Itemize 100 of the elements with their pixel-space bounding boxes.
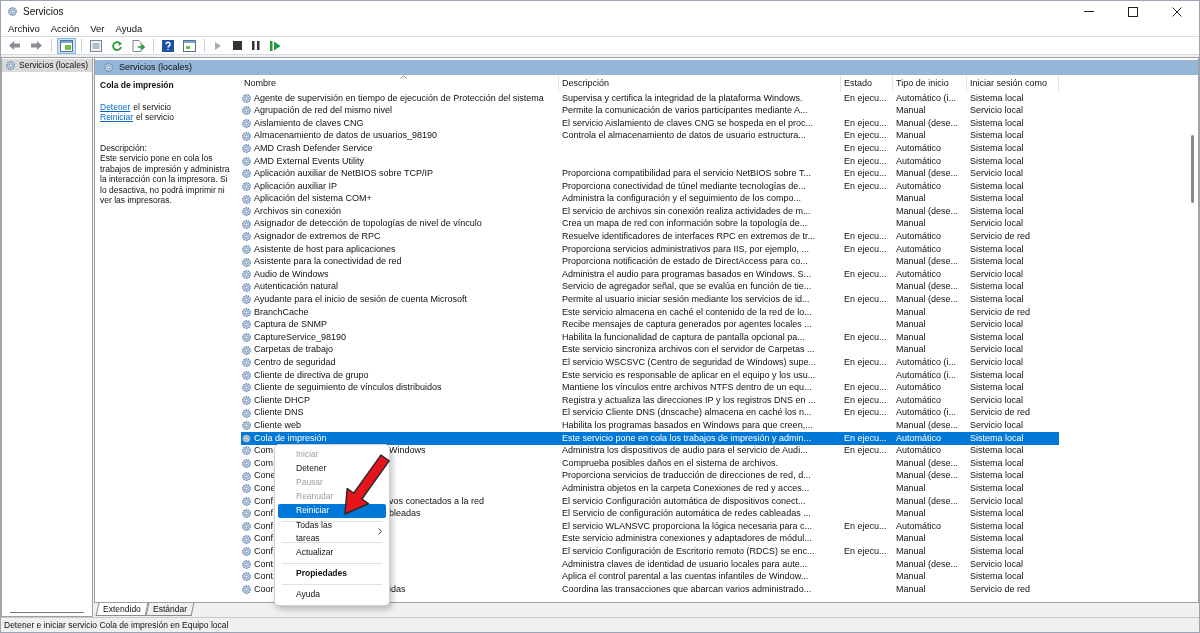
back-arrow-icon [8,40,21,51]
gear-icon [241,130,252,142]
service-name[interactable]: Conf [254,494,273,509]
column-header[interactable]: Iniciar sesión como [967,75,1059,92]
service-name[interactable]: Cliente de seguimiento de vínculos distribuidos [254,381,442,395]
service-name[interactable]: bleadas [389,507,421,521]
logon-cell: Sistema local [970,180,1024,191]
toolbar-button[interactable] [159,37,177,54]
gear-icon [241,483,252,495]
context-menu-item[interactable]: Ayuda [278,587,324,602]
startup-type-cell: Manual [896,583,926,594]
logon-cell: Sistema local [970,533,1024,544]
column-header[interactable]: Estado [841,75,893,92]
service-name[interactable]: Cont [254,570,273,584]
description-cell: Permite la comunicación de varios participantes mediante A... [562,105,808,116]
gear-icon [241,407,252,419]
logon-cell: Sistema local [970,331,1024,342]
service-name[interactable]: Cliente DHCP [254,393,311,408]
description-cell: Este servicio administra conexiones y adaptadores de módul... [562,533,812,544]
logon-cell: Sistema local [970,482,1024,493]
startup-type-cell: Manual [896,105,926,116]
service-name[interactable]: Cliente web [254,419,302,433]
column-header[interactable]: Descripción [559,75,841,92]
description-cell: Servicio de agregador señal, que se evalúa en función de tie... [562,281,812,292]
context-menu-item[interactable]: Propiedades [278,566,352,581]
service-name[interactable]: Captura de SNMP [254,318,328,332]
annotation-arrow [341,453,391,516]
menu-item[interactable]: Ayuda [115,21,143,37]
service-name[interactable]: Cont [254,557,273,571]
service-description: Este servicio pone en cola los trabajos de impresión y administra la interacción con la impresora. Si lo desactiva, no podrá imprimir ni ver las impresoras. [100,153,231,206]
description-cell: Proporciona notificación de estado de DirectAccess para co... [562,256,808,267]
status-cell: En ejecu... [844,92,887,103]
service-name[interactable]: Autenticación natural [254,280,339,294]
context-menu-item[interactable]: Detener [278,461,331,476]
service-name[interactable]: Almacenamiento de datos de usuarios_98190 [254,129,438,143]
description-cell: El servicio Configuración de Escritorio remoto (RDCS) se enc... [562,545,815,556]
service-name[interactable]: Aislamiento de claves CNG [254,116,364,131]
view-tab[interactable]: Estándar [145,603,195,616]
service-name[interactable]: Conf [254,507,273,521]
scrollbar-thumb[interactable] [1191,135,1194,203]
service-name[interactable]: Asistente de host para aplicaciones [254,242,396,257]
context-menu-item[interactable]: Actualizar [278,545,338,560]
column-header[interactable]: Tipo de inicio [893,75,967,92]
startup-type-cell: Automático [896,243,942,254]
startup-type-cell: Manual [896,533,926,544]
service-name[interactable]: Ayudante para el inicio de sesión de cuenta Microsoft [254,293,467,307]
service-name[interactable]: Aplicación del sistema COM+ [254,192,372,206]
startup-type-cell: Manual [896,545,926,556]
service-name[interactable]: Cola de impresión [254,431,327,446]
service-name[interactable]: Archivos sin conexión [254,204,342,219]
logon-cell: Servicio de red [970,583,1031,594]
description-cell: Este servicio pone en cola los trabajos de impresión y admin... [562,432,812,443]
service-name[interactable]: Conf [254,519,273,534]
service-name[interactable]: Com [254,444,273,458]
logon-cell: Servicio local [970,218,1024,229]
service-name[interactable]: Com [254,456,273,471]
service-name[interactable]: idas [389,582,406,597]
service-name[interactable]: AMD External Events Utility [254,154,365,168]
service-name[interactable]: Agente de supervisión en tiempo de ejecución de Protección del sistema [254,91,544,106]
view-tab[interactable]: Extendido [95,603,149,616]
service-name[interactable]: AMD Crash Defender Service [254,141,373,156]
service-name[interactable]: Centro de seguridad [254,356,336,370]
gear-icon [241,180,252,192]
service-name[interactable]: Aplicación auxiliar de NetBIOS sobre TCP/IP [254,167,433,181]
chevron-right-icon [378,528,382,536]
logon-cell: Sistema local [970,571,1024,582]
status-cell: En ejecu... [844,243,887,254]
service-name[interactable]: CaptureService_98190 [254,330,347,345]
menu-item[interactable]: Archivo [8,21,40,37]
action-text: el servicio [133,101,172,112]
service-name[interactable]: Asignador de extremos de RPC [254,230,381,244]
service-name[interactable]: Conf [254,532,273,546]
service-name[interactable]: Asignador de detección de topologías de nivel de vínculo [254,217,482,231]
gear-icon [241,357,252,369]
service-action-link[interactable]: Reiniciar [100,112,134,123]
service-name[interactable]: vos conectados a la red [389,494,485,509]
logon-cell: Sistema local [970,457,1024,468]
service-name[interactable]: Audio de Windows [254,267,329,282]
service-name[interactable]: Cliente DNS [254,406,304,420]
description-cell: Administra los dispositivos de audio para el servicio de Audi... [562,445,808,456]
service-name[interactable]: Conf [254,544,273,559]
service-name[interactable]: BranchCache [254,305,309,320]
service-name[interactable]: Asistente para la conectividad de red [254,255,402,269]
startup-type-cell: Automático [896,520,942,531]
service-name[interactable]: Aplicación auxiliar IP [254,179,338,194]
tree-item[interactable]: Servicios (locales) [2,59,92,72]
startup-type-cell: Automático [896,180,942,191]
service-action-link[interactable]: Detener [100,101,131,112]
startup-type-cell: Automático [896,382,942,393]
menu-item[interactable]: Ver [90,21,105,37]
column-header[interactable]: Nombre [241,75,559,92]
status-cell: En ejecu... [844,168,887,179]
menu-item[interactable]: Acción [50,21,80,37]
service-name[interactable]: Cliente de directiva de grupo [254,368,369,383]
service-name[interactable]: Carpetas de trabajo [254,343,334,357]
service-name[interactable]: Windows [389,444,426,458]
gear-icon [241,319,252,331]
service-name[interactable]: Coor [254,582,274,597]
logon-cell: Servicio local [970,420,1024,430]
service-name[interactable]: Agrupación de red del mismo nivel [254,104,393,118]
